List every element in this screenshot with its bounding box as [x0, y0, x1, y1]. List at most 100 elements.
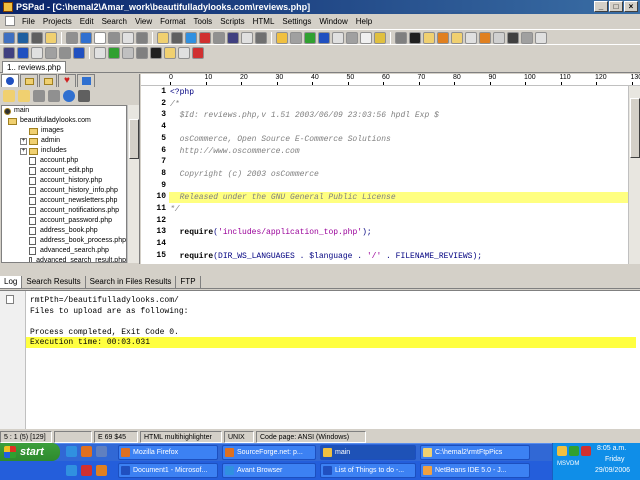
explorer-icon[interactable]	[66, 465, 77, 476]
maximize-button[interactable]: □	[609, 1, 623, 12]
code-line[interactable]: require('includes/application_top.php');	[170, 227, 372, 238]
toolbar-icon[interactable]	[423, 31, 435, 44]
code-line[interactable]: osCommerce, Open Source E-Commerce Solut…	[170, 134, 391, 145]
menu-projects[interactable]: Projects	[39, 17, 76, 26]
toolbar-icon[interactable]	[80, 31, 92, 44]
code-line[interactable]: Released under the GNU General Public Li…	[170, 192, 396, 203]
toolbar-icon[interactable]	[185, 31, 197, 44]
toolbar-icon[interactable]	[479, 31, 491, 44]
html-toolbar-icon[interactable]	[178, 46, 190, 59]
html-toolbar-icon[interactable]	[31, 46, 43, 59]
tab-ftp[interactable]: FTP	[176, 276, 201, 288]
close-project-icon[interactable]	[48, 90, 60, 102]
taskbar-button[interactable]: C:\hemal2\rmtFtpPics	[420, 445, 530, 460]
code-line[interactable]: Copyright (c) 2003 osCommerce	[170, 169, 319, 180]
language-indicator[interactable]: MSVDM	[557, 461, 579, 467]
menu-view[interactable]: View	[131, 17, 156, 26]
menu-format[interactable]: Format	[156, 17, 189, 26]
html-toolbar-icon[interactable]	[122, 46, 134, 59]
toolbar-icon[interactable]	[255, 31, 267, 44]
toolbar-icon[interactable]	[213, 31, 225, 44]
code-line[interactable]: */	[170, 204, 180, 215]
toolbar-icon[interactable]	[45, 31, 57, 44]
toolbar-icon[interactable]	[395, 31, 407, 44]
toolbar-icon[interactable]	[31, 31, 43, 44]
toolbar-icon[interactable]	[276, 31, 288, 44]
toolbar-icon[interactable]	[66, 31, 78, 44]
tree-file[interactable]: advanced_search.php	[2, 246, 126, 256]
firefox-icon[interactable]	[81, 446, 92, 457]
toolbar-icon[interactable]	[108, 31, 120, 44]
tree-file[interactable]: advanced_search_result.php	[2, 256, 126, 262]
tray-icon-1[interactable]	[557, 446, 567, 456]
app-icon[interactable]	[96, 465, 107, 476]
taskbar-button[interactable]: Avant Browser	[222, 463, 316, 478]
menu-file[interactable]: File	[18, 17, 39, 26]
tree-root[interactable]: main	[2, 106, 126, 116]
save-project-icon[interactable]	[33, 90, 45, 102]
tree-folder[interactable]: images	[2, 126, 126, 136]
html-toolbar-icon[interactable]	[94, 46, 106, 59]
start-button[interactable]: start	[0, 443, 60, 461]
menu-tools[interactable]: Tools	[190, 17, 217, 26]
toolbar-icon[interactable]	[360, 31, 372, 44]
editor-scrollbar[interactable]	[628, 86, 640, 264]
toolbar-icon[interactable]	[451, 31, 463, 44]
tab-clips[interactable]	[77, 74, 95, 87]
tab-log[interactable]: Log	[0, 276, 23, 288]
html-toolbar-icon[interactable]	[192, 46, 204, 59]
html-toolbar-icon[interactable]	[17, 46, 29, 59]
code-line[interactable]: <?php	[170, 87, 194, 98]
document-menu-icon[interactable]	[5, 16, 15, 26]
taskbar-button[interactable]: Document1 - Microsof...	[118, 463, 218, 478]
ie-icon[interactable]	[66, 446, 77, 457]
editor-scroll-thumb[interactable]	[630, 98, 640, 158]
toolbar-icon[interactable]	[507, 31, 519, 44]
toolbar-icon[interactable]	[122, 31, 134, 44]
clock-time[interactable]: 8:05 a.m.	[597, 445, 626, 452]
desktop-icon[interactable]	[96, 446, 107, 457]
html-toolbar-icon[interactable]	[59, 46, 71, 59]
tab-search-results[interactable]: Search Results	[22, 276, 86, 288]
tree-file[interactable]: account_newsletters.php	[2, 196, 126, 206]
code-editor[interactable]: 1 2 3 4 5 6 7 8 9 10 11 12 13 14 15 <?php/* $Id: revie…	[141, 86, 628, 264]
minimize-button[interactable]: _	[594, 1, 608, 12]
tree-file[interactable]: address_book_process.php	[2, 236, 126, 246]
html-toolbar-icon[interactable]	[164, 46, 176, 59]
log-output[interactable]: rmtPth=/beautifulladylooks.com/Files to …	[0, 290, 640, 429]
tray-icon-3[interactable]	[581, 446, 591, 456]
menu-settings[interactable]: Settings	[278, 17, 315, 26]
taskbar-button[interactable]: main	[320, 445, 416, 460]
toolbar-icon[interactable]	[332, 31, 344, 44]
menu-help[interactable]: Help	[352, 17, 376, 26]
toolbar-icon[interactable]	[290, 31, 302, 44]
toolbar-icon[interactable]	[227, 31, 239, 44]
tree-file[interactable]: account.php	[2, 156, 126, 166]
toolbar-icon[interactable]	[94, 31, 106, 44]
expand-icon[interactable]: +	[20, 137, 27, 145]
code-line[interactable]: require(DIR_WS_LANGUAGES . $language . '…	[170, 251, 482, 262]
html-toolbar-icon[interactable]	[150, 46, 162, 59]
close-button[interactable]: ×	[624, 1, 638, 12]
tree-folder[interactable]: + includes	[2, 146, 126, 156]
code-line[interactable]: http://www.oscommerce.com	[170, 146, 300, 157]
toolbar-icon[interactable]	[136, 31, 148, 44]
tab-search-in-files-results[interactable]: Search in Files Results	[86, 276, 177, 288]
tree-file[interactable]: account_notifications.php	[2, 206, 126, 216]
media-icon[interactable]	[81, 465, 92, 476]
tree-file[interactable]: account_password.php	[2, 216, 126, 226]
tree-file[interactable]: account_history_info.php	[2, 186, 126, 196]
toolbar-icon[interactable]	[437, 31, 449, 44]
toolbar-icon[interactable]	[318, 31, 330, 44]
open-project-icon[interactable]	[18, 90, 30, 102]
info-icon[interactable]	[63, 90, 75, 102]
toolbar-icon[interactable]	[3, 31, 15, 44]
tab-files[interactable]	[20, 74, 38, 87]
tab-project[interactable]	[1, 74, 19, 87]
menu-html[interactable]: HTML	[249, 17, 279, 26]
tab-reviews-php[interactable]: 1.. reviews.php	[2, 61, 66, 73]
toolbar-icon[interactable]	[17, 31, 29, 44]
toolbar-icon[interactable]	[241, 31, 253, 44]
tree-file[interactable]: account_edit.php	[2, 166, 126, 176]
taskbar-button[interactable]: SourceForge.net: p...	[222, 445, 316, 460]
